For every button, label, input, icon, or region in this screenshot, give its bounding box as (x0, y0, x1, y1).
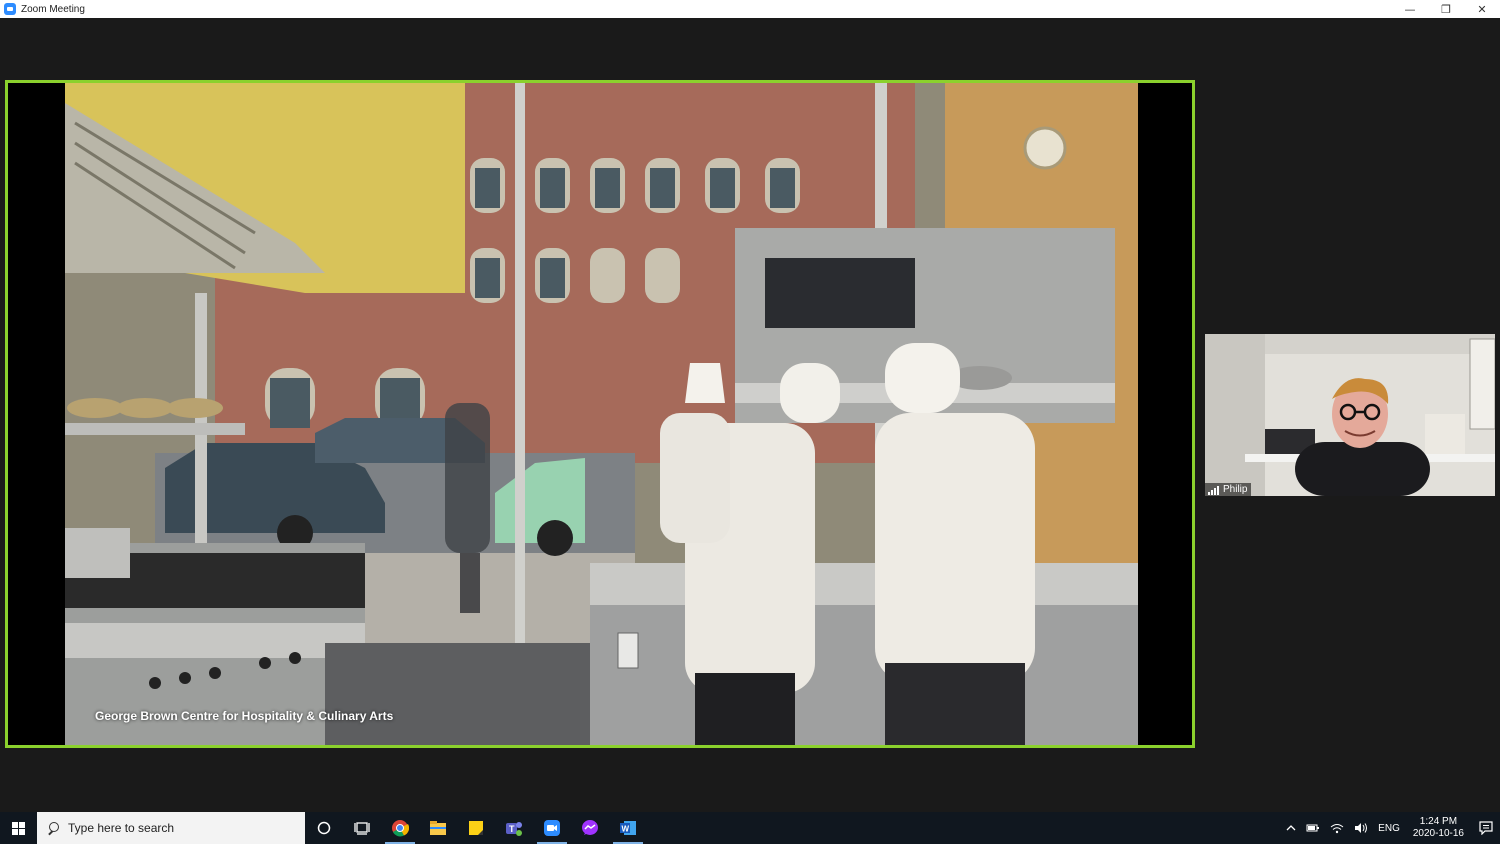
restore-button[interactable]: ❐ (1428, 0, 1464, 18)
participant-video-philip[interactable]: Philip (1205, 334, 1495, 496)
wifi-glyph (1330, 824, 1344, 834)
cortana-icon[interactable] (305, 812, 343, 844)
zoom-glyph (544, 820, 560, 836)
taskbar-search[interactable] (37, 812, 305, 844)
window-controls: — ❐ ✕ (1392, 0, 1500, 18)
participant-name: Philip (1223, 484, 1248, 495)
minimize-button[interactable]: — (1392, 0, 1428, 18)
connection-signal-icon (1208, 486, 1219, 495)
notifications-icon[interactable] (1472, 812, 1500, 844)
show-hidden-icons-chevron-up-icon[interactable] (1281, 824, 1301, 832)
chrome-icon[interactable] (381, 812, 419, 844)
zoom-app-icon (4, 3, 16, 15)
meeting-stage: George Brown Centre for Hospitality & Cu… (0, 18, 1500, 812)
shared-screen[interactable]: George Brown Centre for Hospitality & Cu… (5, 80, 1195, 748)
word-glyph: W (620, 821, 636, 835)
volume-glyph (1355, 823, 1368, 833)
wifi-icon[interactable] (1325, 822, 1349, 834)
clock-date: 2020-10-16 (1412, 828, 1464, 839)
windows-logo-icon (12, 821, 25, 835)
search-input[interactable] (68, 821, 288, 835)
chrome-glyph (392, 820, 409, 837)
file-explorer-glyph (430, 821, 446, 835)
window-titlebar: Zoom Meeting — ❐ ✕ (0, 0, 1500, 18)
word-icon[interactable]: W (609, 812, 647, 844)
sticky-notes-glyph (469, 821, 483, 835)
window-title: Zoom Meeting (21, 3, 85, 15)
notifications-glyph (1479, 821, 1493, 835)
clock-time: 1:24 PM (1419, 816, 1458, 827)
battery-glyph (1306, 824, 1320, 832)
close-button[interactable]: ✕ (1464, 0, 1500, 18)
teams-glyph: T (506, 822, 522, 836)
chevron-up-glyph (1286, 825, 1296, 831)
teams-icon[interactable]: T (495, 812, 533, 844)
kitchen-photo: George Brown Centre for Hospitality & Cu… (65, 83, 1138, 745)
photo-caption: George Brown Centre for Hospitality & Cu… (95, 709, 394, 723)
windows-taskbar: T W ENG 1:24 PM 2020-10-16 (0, 812, 1500, 844)
zoom-icon[interactable] (533, 812, 571, 844)
participant-video-image (1205, 334, 1495, 496)
search-icon (47, 822, 59, 834)
task-view-icon[interactable] (343, 812, 381, 844)
participant-name-tag: Philip (1205, 483, 1252, 496)
battery-icon[interactable] (1301, 823, 1325, 833)
system-tray: ENG 1:24 PM 2020-10-16 (1281, 812, 1500, 844)
svg-text:T: T (509, 824, 515, 834)
file-explorer-icon[interactable] (419, 812, 457, 844)
task-view-glyph (354, 822, 370, 835)
taskbar-clock[interactable]: 1:24 PM 2020-10-16 (1405, 816, 1472, 840)
messenger-glyph (582, 820, 598, 835)
volume-icon[interactable] (1349, 822, 1373, 834)
svg-text:W: W (622, 825, 630, 834)
kitchen-photo-illustration (65, 83, 1138, 745)
sticky-notes-icon[interactable] (457, 812, 495, 844)
input-language[interactable]: ENG (1373, 823, 1405, 834)
start-button[interactable] (0, 812, 37, 844)
messenger-icon[interactable] (571, 812, 609, 844)
cortana-glyph (317, 821, 331, 835)
